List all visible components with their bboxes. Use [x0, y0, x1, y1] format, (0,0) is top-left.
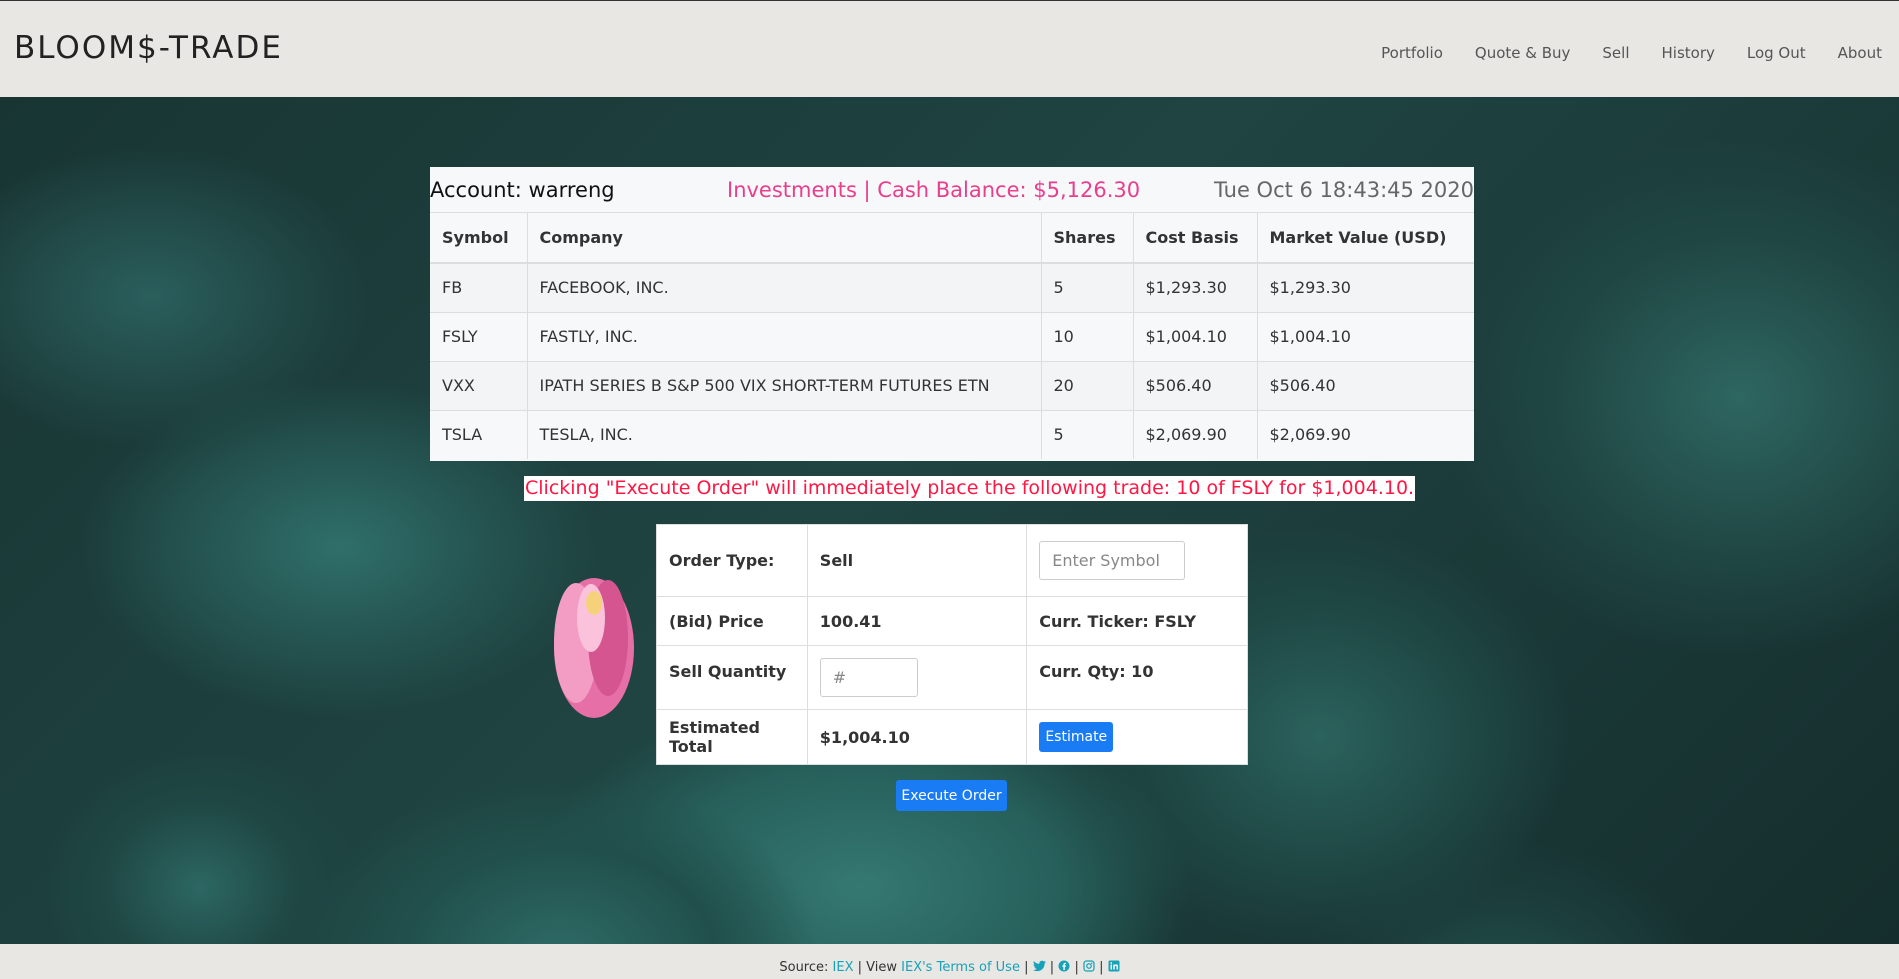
footer: Source: IEX | View IEX's Terms of Use | … [0, 944, 1899, 979]
facebook-icon[interactable] [1058, 960, 1070, 975]
separator: | [1074, 960, 1079, 975]
portfolio-panel: Account: warreng Investments | Cash Bala… [430, 167, 1474, 461]
order-type-value: Sell [806, 524, 1028, 597]
table-header-row: Symbol Company Shares Cost Basis Market … [430, 213, 1474, 264]
company-cell: TESLA, INC. [527, 410, 1042, 459]
trade-warning-message: Clicking "Execute Order" will immediatel… [524, 476, 1416, 501]
estimated-total-row: Estimated Total $1,004.10 Estimate [656, 709, 1248, 765]
cost-basis-cell: $1,293.30 [1133, 263, 1258, 312]
sell-quantity-row: Sell Quantity Curr. Qty: 10 [656, 645, 1248, 710]
nav-portfolio[interactable]: Portfolio [1381, 44, 1443, 62]
order-table: Order Type: Sell (Bid) Price 100.41 Curr… [656, 524, 1248, 765]
symbol-input[interactable] [1039, 541, 1186, 580]
table-row: FSLY FASTLY, INC. 10 $1,004.10 $1,004.10 [430, 312, 1474, 361]
column-header: Shares [1041, 213, 1134, 264]
shares-cell: 20 [1041, 361, 1134, 410]
shares-cell: 5 [1041, 410, 1134, 459]
order-type-row: Order Type: Sell [656, 524, 1248, 597]
order-type-label: Order Type: [656, 524, 808, 597]
main-nav: Portfolio Quote & Buy Sell History Log O… [1349, 44, 1882, 62]
column-header: Company [527, 213, 1042, 264]
market-value-cell: $1,004.10 [1269, 327, 1351, 346]
nav-about[interactable]: About [1838, 44, 1882, 62]
symbol-cell: VXX [430, 361, 528, 410]
current-quantity-label: Curr. Qty: 10 [1026, 645, 1248, 710]
execute-order-button[interactable]: Execute Order [896, 780, 1007, 811]
top-navbar: BLOOM$-TRADE Portfolio Quote & Buy Sell … [0, 0, 1899, 97]
source-prefix: Source: [779, 960, 829, 975]
column-header: Symbol [430, 213, 528, 264]
bid-price-row: (Bid) Price 100.41 Curr. Ticker: FSLY [656, 596, 1248, 646]
view-prefix: | View [857, 960, 898, 975]
terms-link[interactable]: IEX's Terms of Use [901, 960, 1020, 975]
cash-balance-label: Investments | Cash Balance: $5,126.30 [727, 178, 1141, 202]
market-value-cell: $1,293.30 [1269, 278, 1351, 298]
separator: | [1049, 960, 1055, 975]
table-row: VXX IPATH SERIES B S&P 500 VIX SHORT-TER… [430, 361, 1474, 410]
column-header: Cost Basis [1133, 213, 1258, 264]
table-row: TSLA TESLA, INC. 5 $2,069.90 $2,069.90 [430, 410, 1474, 459]
separator: | [1024, 960, 1029, 975]
cost-basis-cell: $506.40 [1133, 361, 1258, 410]
brand-logo[interactable]: BLOOM$-TRADE [14, 30, 283, 66]
estimated-total-label: Estimated Total [656, 709, 808, 765]
cost-basis-cell: $1,004.10 [1133, 312, 1258, 361]
quantity-input[interactable] [819, 658, 918, 697]
twitter-icon[interactable] [1032, 960, 1046, 975]
nav-quote-buy[interactable]: Quote & Buy [1475, 44, 1571, 62]
nav-sell[interactable]: Sell [1602, 44, 1629, 62]
shares-cell: 10 [1041, 312, 1134, 361]
nav-history[interactable]: History [1662, 44, 1715, 62]
company-cell: IPATH SERIES B S&P 500 VIX SHORT-TERM FU… [527, 361, 1042, 410]
bid-price-label: (Bid) Price [656, 596, 808, 646]
market-value-cell: $506.40 [1269, 376, 1336, 395]
iex-link[interactable]: IEX [833, 960, 854, 975]
linkedin-icon[interactable] [1108, 960, 1120, 975]
column-header: Market Value (USD) [1257, 213, 1474, 264]
market-value-cell: $2,069.90 [1269, 425, 1351, 445]
holdings-table: Symbol Company Shares Cost Basis Market … [430, 213, 1474, 459]
table-row: FB FACEBOOK, INC. 5 $1,293.30 $1,293.30 [430, 263, 1474, 312]
datetime-label: Tue Oct 6 18:43:45 2020 [1214, 178, 1474, 202]
symbol-cell: FB [430, 263, 528, 312]
company-cell: FASTLY, INC. [527, 312, 1042, 361]
estimated-total-value: $1,004.10 [806, 709, 1028, 765]
bid-price-value: 100.41 [806, 596, 1028, 646]
portfolio-header: Account: warreng Investments | Cash Bala… [430, 167, 1474, 213]
current-ticker-label: Curr. Ticker: FSLY [1026, 596, 1248, 646]
sell-order-form: Order Type: Sell (Bid) Price 100.41 Curr… [656, 524, 1248, 765]
estimate-button[interactable]: Estimate [1039, 722, 1114, 752]
symbol-cell: TSLA [430, 410, 528, 459]
lotus-flower-image [554, 578, 634, 718]
sell-quantity-label: Sell Quantity [656, 645, 808, 710]
account-label: Account: warreng [430, 178, 615, 202]
company-cell: FACEBOOK, INC. [527, 263, 1042, 312]
separator: | [1099, 960, 1104, 975]
cost-basis-cell: $2,069.90 [1133, 410, 1258, 459]
shares-cell: 5 [1041, 263, 1134, 312]
symbol-cell: FSLY [430, 312, 528, 361]
nav-log-out[interactable]: Log Out [1747, 44, 1806, 62]
instagram-icon[interactable] [1083, 960, 1095, 975]
